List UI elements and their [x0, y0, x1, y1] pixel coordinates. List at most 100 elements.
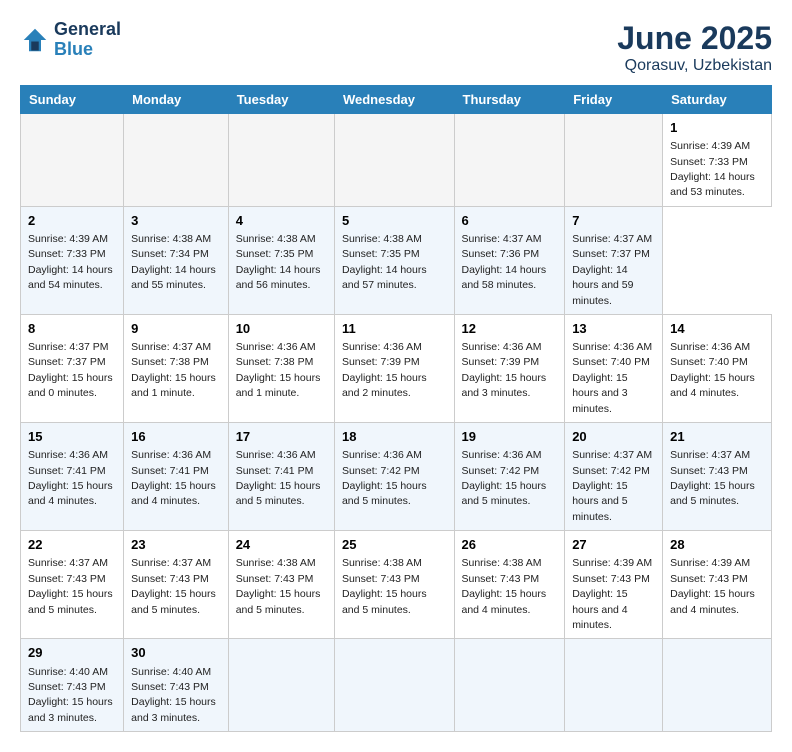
- sunrise-info: Sunrise: 4:36 AM: [236, 449, 316, 461]
- sunset-info: Sunset: 7:35 PM: [342, 248, 420, 260]
- calendar-day-cell: 5 Sunrise: 4:38 AM Sunset: 7:35 PM Dayli…: [334, 206, 454, 314]
- sunset-info: Sunset: 7:43 PM: [28, 573, 106, 585]
- calendar-week-row: 8 Sunrise: 4:37 PM Sunset: 7:37 PM Dayli…: [21, 314, 772, 422]
- sunset-info: Sunset: 7:43 PM: [236, 573, 314, 585]
- day-of-week-header: Sunday: [21, 86, 124, 114]
- calendar-day-cell: 23 Sunrise: 4:37 AM Sunset: 7:43 PM Dayl…: [124, 531, 229, 639]
- sunset-info: Sunset: 7:33 PM: [670, 156, 748, 168]
- sunrise-info: Sunrise: 4:37 AM: [572, 449, 652, 461]
- calendar-day-cell: 28 Sunrise: 4:39 AM Sunset: 7:43 PM Dayl…: [663, 531, 772, 639]
- empty-cell: [663, 639, 772, 732]
- sunrise-info: Sunrise: 4:40 AM: [28, 666, 108, 678]
- sunset-info: Sunset: 7:39 PM: [342, 356, 420, 368]
- day-number: 21: [670, 428, 764, 446]
- sunset-info: Sunset: 7:37 PM: [28, 356, 106, 368]
- daylight-info: Daylight: 15 hours and 5 minutes.: [236, 588, 321, 615]
- calendar-day-cell: 26 Sunrise: 4:38 AM Sunset: 7:43 PM Dayl…: [454, 531, 565, 639]
- day-number: 22: [28, 536, 116, 554]
- sunset-info: Sunset: 7:40 PM: [670, 356, 748, 368]
- day-of-week-header: Thursday: [454, 86, 565, 114]
- sunrise-info: Sunrise: 4:36 AM: [670, 341, 750, 353]
- empty-cell: [454, 114, 565, 207]
- calendar-title: June 2025: [617, 20, 772, 57]
- sunrise-info: Sunrise: 4:39 AM: [670, 140, 750, 152]
- daylight-info: Daylight: 14 hours and 53 minutes.: [670, 171, 755, 198]
- day-number: 10: [236, 320, 327, 338]
- calendar-week-row: 29 Sunrise: 4:40 AM Sunset: 7:43 PM Dayl…: [21, 639, 772, 732]
- sunset-info: Sunset: 7:39 PM: [462, 356, 540, 368]
- day-number: 30: [131, 644, 221, 662]
- daylight-info: Daylight: 15 hours and 2 minutes.: [342, 372, 427, 399]
- day-number: 13: [572, 320, 655, 338]
- sunrise-info: Sunrise: 4:36 AM: [462, 449, 542, 461]
- sunrise-info: Sunrise: 4:37 PM: [28, 341, 109, 353]
- daylight-info: Daylight: 15 hours and 0 minutes.: [28, 372, 113, 399]
- sunrise-info: Sunrise: 4:36 AM: [131, 449, 211, 461]
- daylight-info: Daylight: 15 hours and 4 minutes.: [670, 588, 755, 615]
- day-of-week-header: Saturday: [663, 86, 772, 114]
- sunrise-info: Sunrise: 4:36 AM: [462, 341, 542, 353]
- sunrise-info: Sunrise: 4:40 AM: [131, 666, 211, 678]
- calendar-day-cell: 18 Sunrise: 4:36 AM Sunset: 7:42 PM Dayl…: [334, 423, 454, 531]
- calendar-day-cell: 21 Sunrise: 4:37 AM Sunset: 7:43 PM Dayl…: [663, 423, 772, 531]
- sunset-info: Sunset: 7:43 PM: [670, 465, 748, 477]
- day-of-week-header: Tuesday: [228, 86, 334, 114]
- calendar-header-row: SundayMondayTuesdayWednesdayThursdayFrid…: [21, 86, 772, 114]
- daylight-info: Daylight: 15 hours and 3 minutes.: [131, 696, 216, 723]
- calendar-day-cell: 1 Sunrise: 4:39 AM Sunset: 7:33 PM Dayli…: [663, 114, 772, 207]
- day-number: 15: [28, 428, 116, 446]
- calendar-day-cell: 9 Sunrise: 4:37 AM Sunset: 7:38 PM Dayli…: [124, 314, 229, 422]
- sunrise-info: Sunrise: 4:36 AM: [342, 449, 422, 461]
- sunset-info: Sunset: 7:42 PM: [342, 465, 420, 477]
- daylight-info: Daylight: 15 hours and 4 minutes.: [572, 588, 627, 631]
- empty-cell: [21, 114, 124, 207]
- day-number: 29: [28, 644, 116, 662]
- sunrise-info: Sunrise: 4:37 AM: [28, 557, 108, 569]
- calendar-day-cell: 3 Sunrise: 4:38 AM Sunset: 7:34 PM Dayli…: [124, 206, 229, 314]
- calendar-subtitle: Qorasuv, Uzbekistan: [617, 57, 772, 75]
- day-number: 11: [342, 320, 447, 338]
- sunset-info: Sunset: 7:37 PM: [572, 248, 650, 260]
- sunrise-info: Sunrise: 4:38 AM: [342, 557, 422, 569]
- sunset-info: Sunset: 7:36 PM: [462, 248, 540, 260]
- calendar-day-cell: 19 Sunrise: 4:36 AM Sunset: 7:42 PM Dayl…: [454, 423, 565, 531]
- daylight-info: Daylight: 15 hours and 4 minutes.: [670, 372, 755, 399]
- sunset-info: Sunset: 7:38 PM: [131, 356, 209, 368]
- calendar-day-cell: 10 Sunrise: 4:36 AM Sunset: 7:38 PM Dayl…: [228, 314, 334, 422]
- sunset-info: Sunset: 7:43 PM: [462, 573, 540, 585]
- day-of-week-header: Friday: [565, 86, 663, 114]
- day-number: 12: [462, 320, 558, 338]
- day-of-week-header: Monday: [124, 86, 229, 114]
- day-number: 24: [236, 536, 327, 554]
- empty-cell: [124, 114, 229, 207]
- calendar-day-cell: 11 Sunrise: 4:36 AM Sunset: 7:39 PM Dayl…: [334, 314, 454, 422]
- sunset-info: Sunset: 7:43 PM: [131, 681, 209, 693]
- sunrise-info: Sunrise: 4:39 AM: [572, 557, 652, 569]
- calendar-day-cell: 24 Sunrise: 4:38 AM Sunset: 7:43 PM Dayl…: [228, 531, 334, 639]
- calendar-day-cell: 30 Sunrise: 4:40 AM Sunset: 7:43 PM Dayl…: [124, 639, 229, 732]
- sunset-info: Sunset: 7:43 PM: [670, 573, 748, 585]
- sunrise-info: Sunrise: 4:38 AM: [462, 557, 542, 569]
- day-of-week-header: Wednesday: [334, 86, 454, 114]
- day-number: 16: [131, 428, 221, 446]
- daylight-info: Daylight: 15 hours and 5 minutes.: [131, 588, 216, 615]
- day-number: 17: [236, 428, 327, 446]
- sunrise-info: Sunrise: 4:36 AM: [572, 341, 652, 353]
- sunset-info: Sunset: 7:35 PM: [236, 248, 314, 260]
- day-number: 5: [342, 212, 447, 230]
- sunset-info: Sunset: 7:41 PM: [131, 465, 209, 477]
- sunset-info: Sunset: 7:41 PM: [236, 465, 314, 477]
- day-number: 23: [131, 536, 221, 554]
- empty-cell: [334, 639, 454, 732]
- day-number: 9: [131, 320, 221, 338]
- empty-cell: [454, 639, 565, 732]
- sunrise-info: Sunrise: 4:37 AM: [670, 449, 750, 461]
- daylight-info: Daylight: 15 hours and 4 minutes.: [462, 588, 547, 615]
- day-number: 19: [462, 428, 558, 446]
- logo-line1: General: [54, 20, 121, 40]
- sunrise-info: Sunrise: 4:38 AM: [236, 557, 316, 569]
- calendar-day-cell: 16 Sunrise: 4:36 AM Sunset: 7:41 PM Dayl…: [124, 423, 229, 531]
- sunset-info: Sunset: 7:41 PM: [28, 465, 106, 477]
- calendar-day-cell: 22 Sunrise: 4:37 AM Sunset: 7:43 PM Dayl…: [21, 531, 124, 639]
- daylight-info: Daylight: 14 hours and 54 minutes.: [28, 264, 113, 291]
